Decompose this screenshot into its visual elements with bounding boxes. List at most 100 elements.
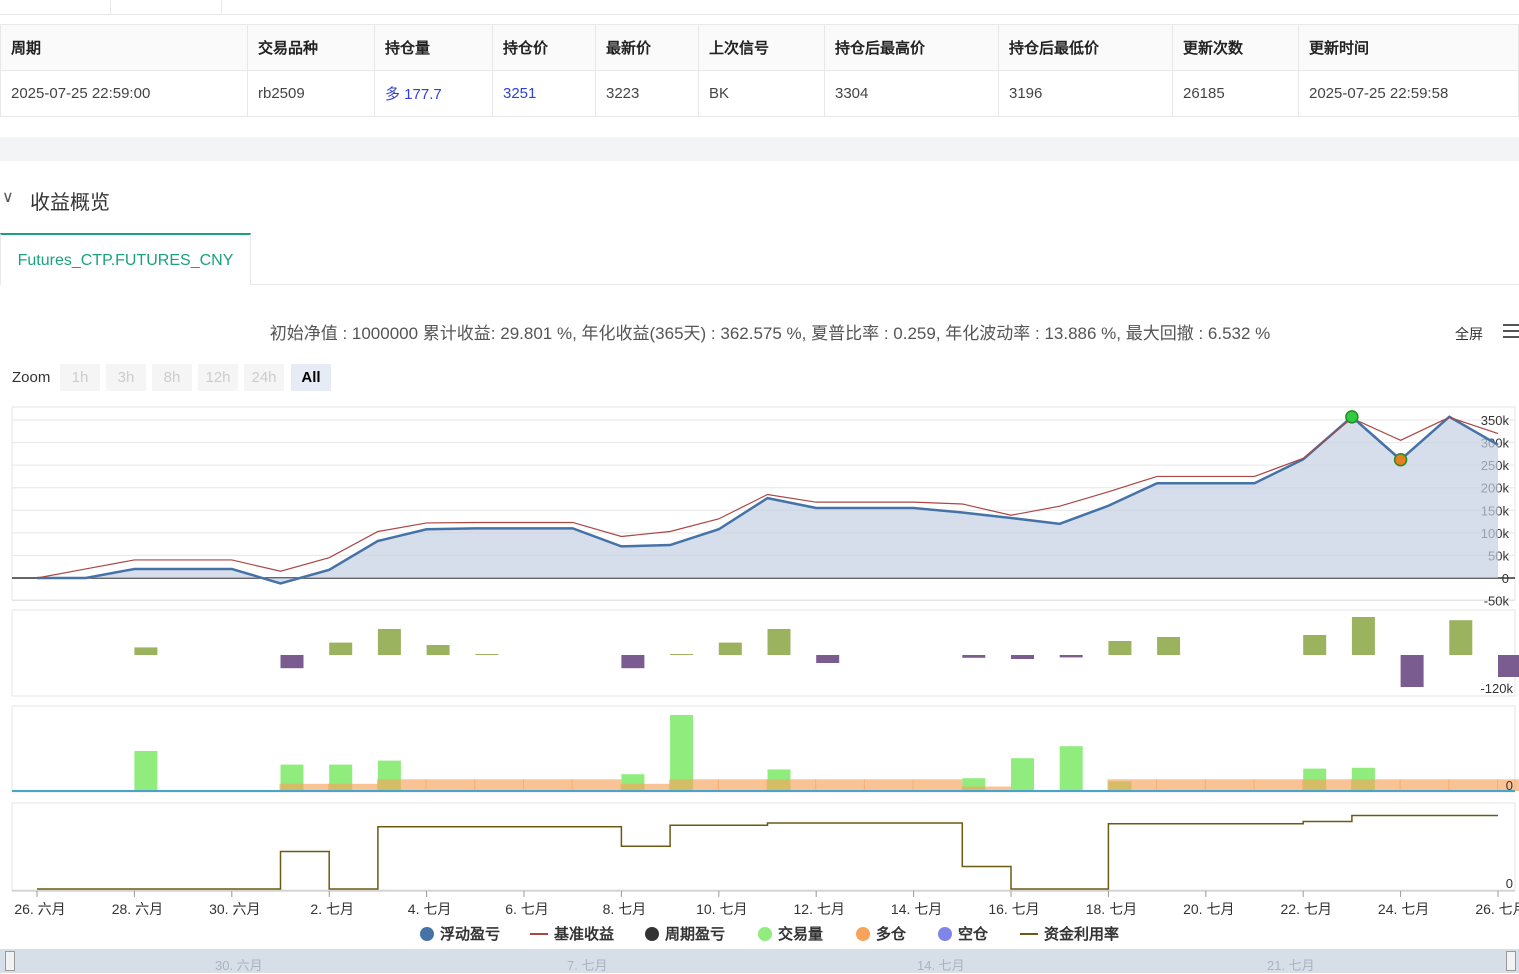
table-header: 上次信号	[698, 24, 825, 71]
period-pnl-bar	[1059, 655, 1083, 658]
zoom-3h-button[interactable]: 3h	[106, 364, 146, 391]
long-position-bar	[1156, 779, 1206, 791]
fullscreen-button[interactable]: 全屏	[1455, 324, 1483, 344]
x-tick-label: 22. 七月	[1281, 901, 1332, 917]
legend-item-float[interactable]: 浮动盈亏	[420, 923, 500, 944]
table-header: 持仓后最低价	[998, 24, 1173, 71]
separator-bar	[0, 137, 1519, 161]
section-title: 收益概览	[30, 192, 110, 214]
x-tick-label: 18. 七月	[1086, 901, 1137, 917]
x-tick-label: 10. 七月	[696, 901, 747, 917]
tab-account[interactable]: Futures_CTP.FUTURES_CNY	[0, 233, 251, 285]
long-position-bar	[717, 779, 768, 791]
top-tab[interactable]	[0, 0, 111, 14]
table-cell: 多 177.7	[374, 70, 493, 117]
legend-item-utilization[interactable]: 资金利用率	[1020, 923, 1119, 944]
long-position-bar	[1448, 779, 1498, 791]
trade-marker	[1393, 452, 1408, 467]
panel-frame	[11, 705, 1516, 793]
top-tab[interactable]	[110, 0, 222, 14]
zoom-8h-button[interactable]: 8h	[152, 364, 192, 391]
long-position-bar	[523, 779, 573, 791]
x-tick-label: 8. 七月	[603, 901, 647, 917]
table-header: 最新价	[595, 24, 699, 71]
navigator-label: 21. 七月	[1267, 958, 1315, 973]
long-position-bar	[1107, 779, 1158, 791]
period-pnl-bar	[377, 629, 401, 655]
trade-marker	[1345, 410, 1359, 424]
period-pnl-bar	[1498, 655, 1519, 677]
y-tick-label: 0	[1506, 778, 1513, 793]
legend-label: 浮动盈亏	[440, 926, 501, 943]
period-pnl-bar	[1108, 641, 1132, 655]
period-pnl-bar	[329, 642, 353, 655]
period-pnl-bar	[767, 629, 791, 655]
y-tick-label: -50k	[1484, 594, 1510, 609]
x-tick-label: 20. 七月	[1183, 901, 1234, 917]
menu-icon[interactable]	[1503, 324, 1519, 340]
table-header: 持仓后最高价	[824, 24, 999, 71]
legend-label: 交易量	[778, 926, 824, 943]
range-navigator[interactable]: 30. 六月 7. 七月 14. 七月 21. 七月	[0, 949, 1519, 973]
legend-item-period[interactable]: 周期盈亏	[645, 923, 725, 944]
x-tick-label: 24. 七月	[1378, 901, 1429, 917]
zoom-1h-button[interactable]: 1h	[60, 364, 100, 391]
volume-bar	[134, 751, 158, 791]
long-position-bar	[328, 783, 378, 791]
chevron-down-icon[interactable]: ∨	[2, 187, 14, 207]
long-position-bar	[815, 779, 865, 791]
table-cell: BK	[698, 70, 825, 117]
long-position-bar	[474, 779, 524, 791]
circle-icon	[420, 927, 434, 941]
zoom-12h-button[interactable]: 12h	[198, 364, 238, 391]
table-cell: 2025-07-25 22:59:58	[1298, 70, 1519, 117]
y-tick-label: -120k	[1480, 681, 1513, 696]
y-tick-label: 0	[1506, 876, 1513, 891]
table-header-row: 周期 交易品种 持仓量 持仓价 最新价 上次信号 持仓后最高价 持仓后最低价 更…	[0, 24, 1519, 71]
table-header: 更新次数	[1172, 24, 1299, 71]
long-position-bar	[912, 779, 963, 791]
legend-item-benchmark[interactable]: 基准收益	[530, 923, 614, 944]
period-pnl-bar	[1157, 637, 1181, 655]
y-tick-label: 350k	[1481, 413, 1510, 428]
table-row: 2025-07-25 22:59:00 rb2509 多 177.7 3251 …	[0, 70, 1519, 117]
navigator-right-handle[interactable]	[1506, 951, 1516, 971]
long-position-bar	[620, 783, 671, 791]
long-position-bar	[766, 779, 817, 791]
period-pnl-bar	[1303, 635, 1327, 655]
period-pnl-bar	[1011, 655, 1034, 659]
x-tick-label: 30. 六月	[209, 901, 260, 917]
table-header: 交易品种	[247, 24, 375, 71]
x-tick-label: 26. 七月	[1475, 901, 1519, 917]
navigator-left-handle[interactable]	[5, 951, 15, 971]
performance-chart[interactable]: 350k300k250k200k150k100k50k0-50k-120k002…	[0, 400, 1519, 920]
period-pnl-bar	[426, 645, 450, 655]
legend-item-short[interactable]: 空仓	[938, 923, 988, 944]
table-header: 更新时间	[1298, 24, 1519, 71]
x-tick-label: 2. 七月	[310, 901, 354, 917]
table-header: 持仓量	[374, 24, 493, 71]
period-pnl-bar	[670, 654, 694, 655]
zoom-all-button[interactable]: All	[291, 364, 331, 391]
legend-label: 空仓	[958, 926, 989, 943]
y-tick-label: 0	[1502, 571, 1509, 586]
period-pnl-bar	[280, 655, 304, 669]
table-cell: rb2509	[247, 70, 375, 117]
zoom-24h-button[interactable]: 24h	[244, 364, 284, 391]
period-pnl-bar	[621, 655, 645, 669]
navigator-label: 30. 六月	[215, 958, 263, 973]
long-position-bar	[1204, 779, 1255, 791]
circle-icon	[938, 927, 952, 941]
x-tick-label: 12. 七月	[794, 901, 845, 917]
legend-item-volume[interactable]: 交易量	[758, 923, 823, 944]
position-table: 周期 交易品种 持仓量 持仓价 最新价 上次信号 持仓后最高价 持仓后最低价 更…	[0, 24, 1519, 117]
circle-icon	[645, 927, 659, 941]
period-pnl-bar	[134, 647, 158, 655]
long-position-bar	[1350, 779, 1401, 791]
tab-bar: Futures_CTP.FUTURES_CNY	[0, 233, 1519, 285]
table-cell: 3304	[824, 70, 999, 117]
x-tick-label: 16. 七月	[988, 901, 1039, 917]
legend-item-long[interactable]: 多仓	[856, 923, 906, 944]
panel-frame	[11, 802, 1516, 891]
chart-legend: 浮动盈亏 基准收益 周期盈亏 交易量 多仓 空仓 资金利用率	[0, 923, 1519, 943]
